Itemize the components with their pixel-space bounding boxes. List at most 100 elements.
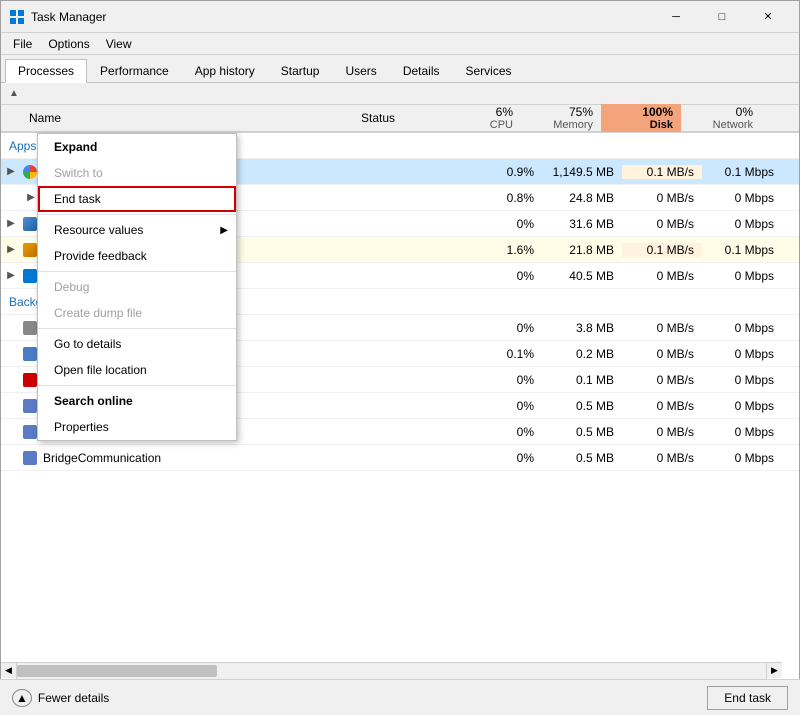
title-bar: Task Manager ─ □ ✕ — [1, 1, 799, 33]
horizontal-scrollbar[interactable]: ◀ ▶ — [1, 662, 782, 678]
row-network-cell: 0 Mbps — [702, 191, 782, 205]
minimize-button[interactable]: ─ — [653, 1, 699, 33]
expand-icon[interactable]: ▶ — [1, 218, 21, 229]
col-header-memory[interactable]: 75% Memory — [521, 105, 601, 131]
row-memory-cell: 0.5 MB — [542, 451, 622, 465]
row-disk-cell: 0 MB/s — [622, 321, 702, 335]
row-cpu-cell: 0% — [472, 217, 542, 231]
content-area: ▲ Name Status 6% CPU 75% Memory 100% Dis… — [1, 83, 799, 714]
row-network-cell: 0 Mbps — [702, 269, 782, 283]
ctx-create-dump: Create dump file — [38, 300, 236, 326]
row-disk-cell: 0 MB/s — [622, 347, 702, 361]
tab-bar: Processes Performance App history Startu… — [1, 55, 799, 83]
row-network-cell: 0 Mbps — [702, 347, 782, 361]
scroll-left-button[interactable]: ◀ — [1, 663, 17, 679]
expand-icon[interactable]: ▶ — [1, 166, 21, 177]
ctx-provide-feedback[interactable]: Provide feedback — [38, 243, 236, 269]
col-header-network[interactable]: 0% Network — [681, 105, 761, 131]
row-network-cell: 0.1 Mbps — [702, 243, 782, 257]
row-disk-cell: 0 MB/s — [622, 191, 702, 205]
maximize-button[interactable]: □ — [699, 1, 745, 33]
row-disk-cell: 0 MB/s — [622, 373, 702, 387]
fewer-details-arrow-icon: ▲ — [12, 689, 32, 707]
row-network-cell: 0 Mbps — [702, 217, 782, 231]
ctx-separator-3 — [38, 328, 236, 329]
row-disk-cell: 0 MB/s — [622, 399, 702, 413]
row-cpu-cell: 0.8% — [472, 191, 542, 205]
tab-startup[interactable]: Startup — [268, 58, 333, 82]
row-network-cell: 0 Mbps — [702, 399, 782, 413]
row-cpu-cell: 0.1% — [472, 347, 542, 361]
col-header-cpu[interactable]: 6% CPU — [451, 105, 521, 131]
tab-services[interactable]: Services — [453, 58, 525, 82]
row-disk-cell: 0.1 MB/s — [622, 165, 702, 179]
row-network-cell: 0 Mbps — [702, 373, 782, 387]
row-memory-cell: 0.2 MB — [542, 347, 622, 361]
sort-chevron-icon: ▲ — [9, 88, 19, 99]
table-row[interactable]: BridgeCommunication 0% 0.5 MB 0 MB/s 0 M… — [1, 445, 799, 471]
col-header-disk[interactable]: 100% Disk — [601, 104, 681, 132]
row-cpu-cell: 0% — [472, 269, 542, 283]
tab-performance[interactable]: Performance — [87, 58, 182, 82]
row-disk-cell: 0.1 MB/s — [622, 243, 702, 257]
ctx-go-to-details[interactable]: Go to details — [38, 331, 236, 357]
ctx-end-task[interactable]: End task — [38, 186, 236, 212]
col-header-status[interactable]: Status — [361, 111, 451, 125]
context-menu: Expand Switch to End task Resource value… — [37, 133, 237, 441]
ctx-resource-values[interactable]: Resource values ▶ — [38, 217, 236, 243]
expand-icon[interactable]: ▶ — [1, 270, 21, 281]
row-disk-cell: 0 MB/s — [622, 269, 702, 283]
row-memory-cell: 1,149.5 MB — [542, 165, 622, 179]
row-cpu-cell: 0% — [472, 451, 542, 465]
ctx-debug: Debug — [38, 274, 236, 300]
row-memory-cell: 24.8 MB — [542, 191, 622, 205]
row-cpu-cell: 0.9% — [472, 165, 542, 179]
scroll-thumb[interactable] — [17, 665, 217, 677]
row-name-cell: BridgeCommunication — [43, 451, 382, 465]
window-controls: ─ □ ✕ — [653, 1, 791, 33]
sort-row: ▲ — [1, 83, 799, 105]
row-network-cell: 0 Mbps — [702, 451, 782, 465]
submenu-arrow-icon: ▶ — [220, 225, 228, 236]
menu-bar: File Options View — [1, 33, 799, 55]
bottom-bar: ▲ Fewer details End task — [0, 679, 800, 715]
row-memory-cell: 0.5 MB — [542, 425, 622, 439]
row-network-cell: 0.1 Mbps — [702, 165, 782, 179]
row-cpu-cell: 0% — [472, 425, 542, 439]
row-disk-cell: 0 MB/s — [622, 451, 702, 465]
ctx-search-online[interactable]: Search online — [38, 388, 236, 414]
ctx-switch-to: Switch to — [38, 160, 236, 186]
col-header-name[interactable]: Name — [21, 111, 361, 125]
menu-file[interactable]: File — [5, 35, 40, 53]
tab-processes[interactable]: Processes — [5, 59, 87, 83]
row-memory-cell: 0.5 MB — [542, 399, 622, 413]
ctx-properties[interactable]: Properties — [38, 414, 236, 440]
row-cpu-cell: 0% — [472, 321, 542, 335]
scroll-track[interactable] — [17, 663, 766, 679]
close-button[interactable]: ✕ — [745, 1, 791, 33]
row-disk-cell: 0 MB/s — [622, 217, 702, 231]
ctx-expand[interactable]: Expand — [38, 134, 236, 160]
scroll-right-button[interactable]: ▶ — [766, 663, 782, 679]
row-network-cell: 0 Mbps — [702, 425, 782, 439]
row-cpu-cell: 0% — [472, 373, 542, 387]
window-title: Task Manager — [31, 10, 653, 24]
tab-users[interactable]: Users — [332, 58, 389, 82]
ctx-open-file-location[interactable]: Open file location — [38, 357, 236, 383]
row-app-icon — [21, 449, 39, 467]
fewer-details-button[interactable]: ▲ Fewer details — [12, 689, 109, 707]
menu-options[interactable]: Options — [40, 35, 97, 53]
expand-icon[interactable]: ▶ — [1, 244, 21, 255]
ctx-separator-2 — [38, 271, 236, 272]
ctx-separator-1 — [38, 214, 236, 215]
row-memory-cell: 3.8 MB — [542, 321, 622, 335]
row-memory-cell: 21.8 MB — [542, 243, 622, 257]
app-icon — [9, 9, 25, 25]
fewer-details-label: Fewer details — [38, 691, 109, 705]
column-headers: Name Status 6% CPU 75% Memory 100% Disk … — [1, 105, 799, 133]
end-task-button[interactable]: End task — [707, 686, 788, 710]
ctx-separator-4 — [38, 385, 236, 386]
tab-details[interactable]: Details — [390, 58, 453, 82]
menu-view[interactable]: View — [98, 35, 140, 53]
tab-app-history[interactable]: App history — [182, 58, 268, 82]
